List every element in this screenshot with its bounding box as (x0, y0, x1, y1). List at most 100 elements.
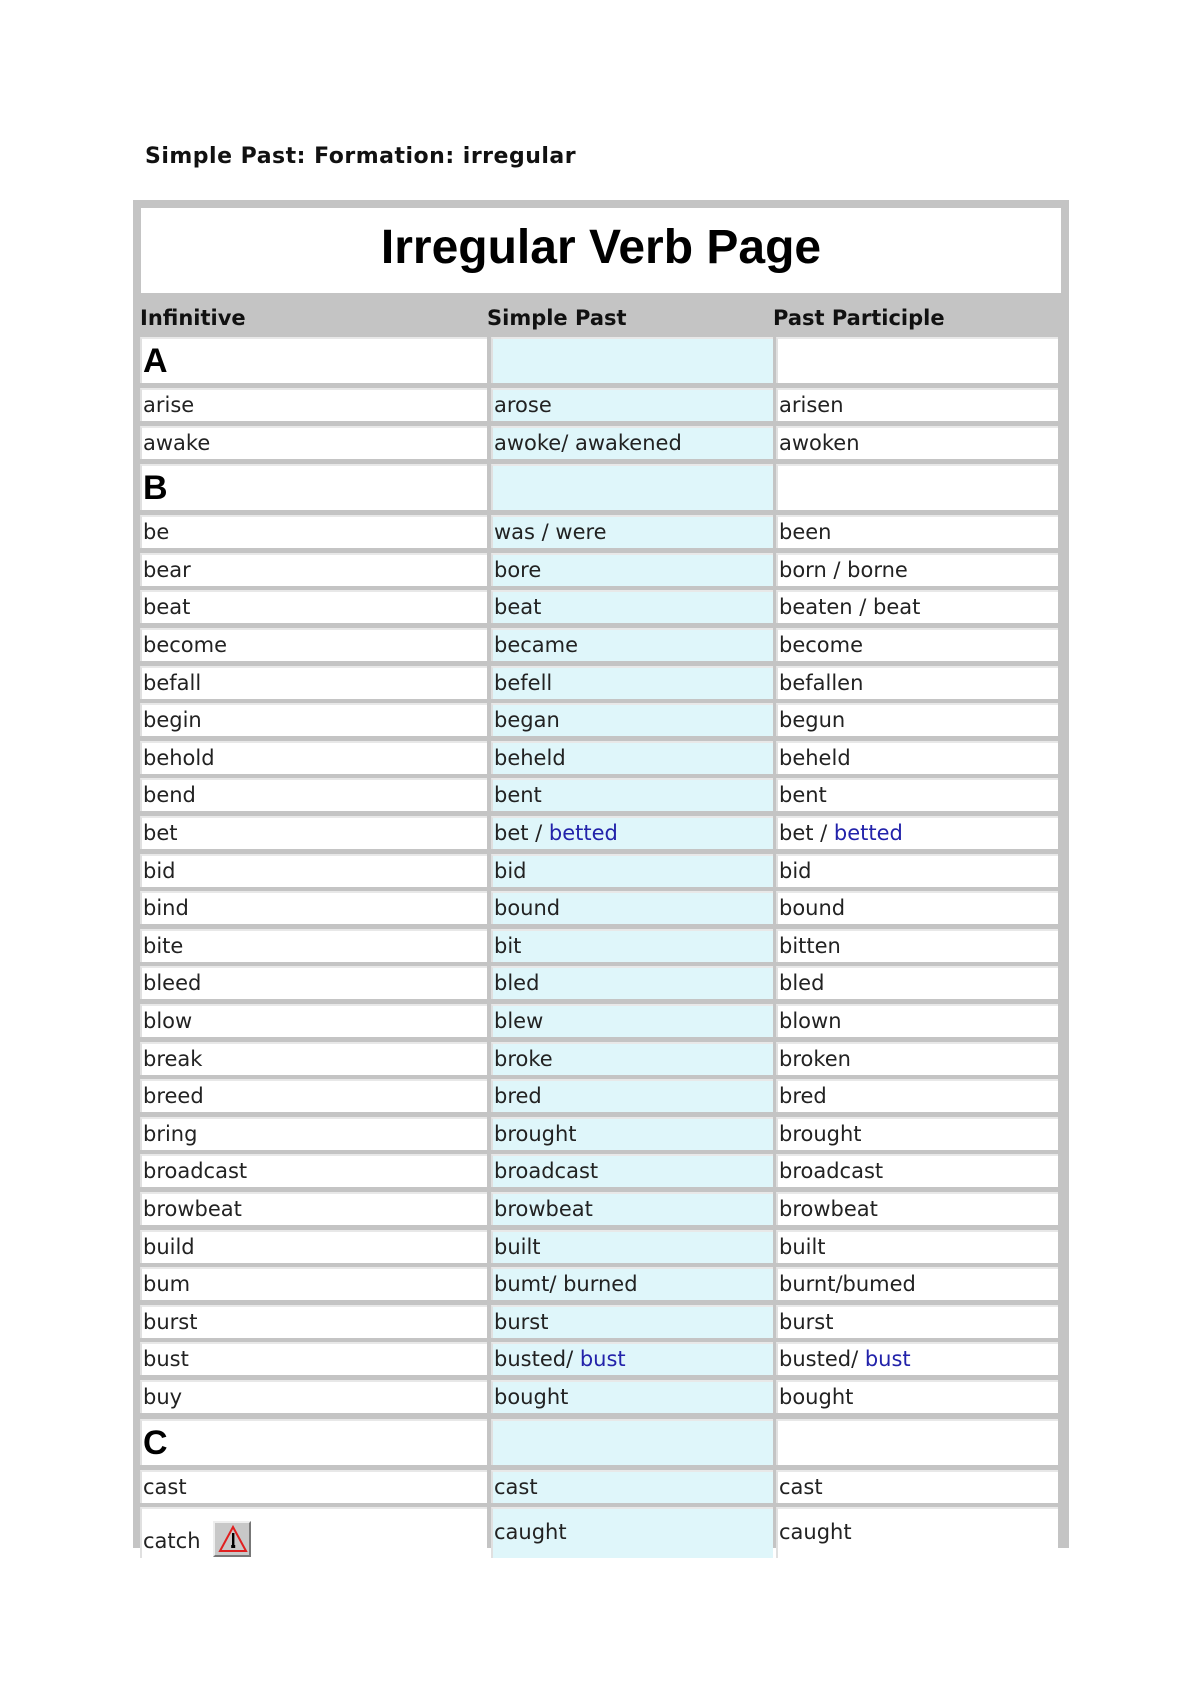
infinitive-cell: bleed (140, 966, 487, 1000)
past-participle-cell: awoken (776, 425, 1058, 459)
simple-past-cell: bid (491, 853, 773, 887)
simple-past-cell: bet / betted (491, 816, 773, 849)
infinitive-cell: become (140, 628, 487, 661)
infinitive-text: bear (143, 557, 191, 582)
infinitive-cell: bend (140, 778, 487, 812)
past-participle-text: bent (779, 783, 827, 808)
past-participle-cell: befallen (776, 665, 1058, 699)
simple-past-text: bit (494, 933, 522, 958)
past-participle-cell: brought (776, 1116, 1058, 1150)
simple-past-cell: built (491, 1229, 773, 1263)
infinitive-cell: catch (140, 1507, 487, 1559)
simple-past-text: bled (494, 971, 540, 996)
infinitive-text: bind (143, 896, 189, 921)
simple-past-cell: broadcast (491, 1154, 773, 1188)
past-participle-cell: blown (776, 1004, 1058, 1037)
infinitive-cell: bring (140, 1116, 487, 1150)
past-participle-cell: bought (776, 1380, 1058, 1413)
simple-past-cell: bound (491, 891, 773, 925)
infinitive-text: blow (143, 1009, 193, 1033)
infinitive-text: broadcast (143, 1159, 248, 1184)
simple-past-text: bore (494, 557, 542, 582)
infinitive-text: bum (143, 1272, 191, 1297)
past-participle-text: bet / (779, 821, 834, 845)
past-participle-text: befallen (779, 670, 864, 695)
simple-past-cell: bought (491, 1380, 773, 1413)
past-participle-cell: arisen (776, 388, 1058, 421)
simple-past-cell: brought (491, 1116, 773, 1150)
past-participle-alt-form: betted (833, 821, 903, 845)
past-participle-cell: born / borne (776, 552, 1058, 586)
infinitive-text: browbeat (143, 1197, 242, 1221)
section-empty-cell (491, 1418, 773, 1465)
infinitive-text: behold (143, 745, 215, 770)
infinitive-cell: bum (140, 1267, 487, 1301)
past-participle-cell: bound (776, 891, 1058, 925)
infinitive-text: catch (143, 1529, 201, 1554)
past-participle-cell: bet / betted (776, 816, 1058, 849)
simple-past-text: burst (494, 1309, 549, 1334)
simple-past-cell: busted/ bust (491, 1342, 773, 1376)
past-participle-text: bitten (779, 933, 841, 958)
past-participle-cell: broken (776, 1041, 1058, 1075)
simple-past-text: bumt/ burned (494, 1272, 638, 1297)
infinitive-text: beat (143, 595, 191, 620)
past-participle-text: arisen (779, 393, 844, 417)
infinitive-cell: broadcast (140, 1154, 487, 1188)
warning-triangle-icon[interactable] (212, 1521, 251, 1558)
simple-past-cell: bred (491, 1079, 773, 1113)
section-empty-cell (776, 1418, 1058, 1465)
past-participle-cell: bitten (776, 928, 1058, 962)
past-participle-cell: busted/ bust (776, 1342, 1058, 1376)
past-participle-text: browbeat (779, 1197, 878, 1221)
simple-past-text: caught (494, 1520, 567, 1545)
simple-past-text: became (494, 633, 579, 657)
simple-past-cell: beat (491, 590, 773, 624)
infinitive-cell: buy (140, 1380, 487, 1413)
infinitive-text: arise (143, 393, 195, 417)
section-letter-cell: B (140, 464, 487, 511)
column-header-infinitive: Infinitive (140, 306, 246, 330)
past-participle-cell: begun (776, 703, 1058, 737)
infinitive-text: break (143, 1046, 203, 1071)
past-participle-text: born / borne (779, 557, 908, 582)
past-participle-text: broken (779, 1046, 851, 1071)
infinitive-cell: befall (140, 665, 487, 699)
simple-past-text: began (494, 708, 560, 733)
infinitive-cell: bid (140, 853, 487, 887)
simple-past-text: bid (494, 858, 527, 883)
simple-past-cell: burst (491, 1304, 773, 1338)
infinitive-cell: begin (140, 703, 487, 737)
simple-past-text: bound (494, 896, 561, 921)
infinitive-cell: be (140, 515, 487, 549)
infinitive-cell: beat (140, 590, 487, 624)
past-participle-cell: broadcast (776, 1154, 1058, 1188)
past-participle-text: burst (779, 1309, 834, 1334)
past-participle-text: awoken (779, 430, 860, 455)
past-participle-text: bred (779, 1084, 827, 1109)
past-participle-cell: bent (776, 778, 1058, 812)
infinitive-text: bet (143, 821, 178, 845)
past-participle-cell: cast (776, 1469, 1058, 1503)
section-empty-cell (491, 337, 773, 383)
simple-past-cell: bit (491, 928, 773, 962)
simple-past-text: awoke/ awakened (494, 430, 682, 455)
infinitive-text: befall (143, 670, 202, 695)
simple-past-cell: bumt/ burned (491, 1267, 773, 1301)
section-letter-cell: A (140, 337, 487, 383)
simple-past-text: brought (494, 1121, 577, 1146)
simple-past-text: beheld (494, 745, 566, 770)
simple-past-cell: arose (491, 388, 773, 421)
infinitive-text: build (143, 1234, 195, 1259)
past-participle-text: beaten / beat (779, 595, 921, 620)
past-participle-text: brought (779, 1121, 862, 1146)
infinitive-text: bid (143, 858, 176, 883)
past-participle-cell: bled (776, 966, 1058, 1000)
infinitive-text: awake (143, 430, 211, 455)
simple-past-text: bred (494, 1084, 542, 1109)
simple-past-cell: cast (491, 1469, 773, 1503)
simple-past-cell: began (491, 703, 773, 737)
infinitive-cell: breed (140, 1079, 487, 1113)
simple-past-text: broke (494, 1046, 553, 1071)
infinitive-cell: bear (140, 552, 487, 586)
